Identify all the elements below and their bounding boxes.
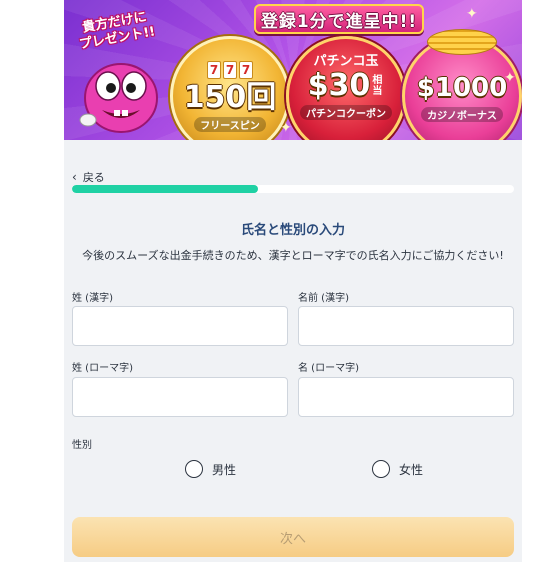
first-name-kanji-label: 名前 (漢字) (298, 293, 349, 304)
pachinko-badge-heading: パチンコ玉 (313, 54, 379, 69)
gender-female-radio[interactable]: 女性 (372, 460, 423, 478)
slot-reel: 7 (239, 60, 253, 79)
last-name-roman-label: 姓 (ローマ字) (72, 363, 133, 374)
promo-banner[interactable]: 貴方だけに プレゼント!! 登録1分で進呈中!! 7 7 7 150回 フリース… (64, 0, 522, 140)
gender-female-label: 女性 (399, 462, 424, 477)
progress-bar (72, 185, 514, 193)
chevron-left-icon: ‹ (72, 170, 77, 184)
form-description: 今後のスムーズな出金手続きのため、漢字とローマ字での氏名入力にご協力ください! (82, 249, 504, 262)
free-spins-label: フリースピン (194, 116, 266, 132)
gold-coins-icon (427, 29, 497, 55)
ribbon-text: 登録1分で進呈中!! (260, 11, 418, 32)
last-name-kanji-input[interactable] (72, 306, 288, 346)
pachinko-coupon-amount: $30 (307, 68, 371, 103)
back-label: 戻る (82, 171, 105, 184)
progress-fill (72, 185, 258, 193)
sparkle-icon: ✦ (280, 120, 292, 136)
sparkle-icon: ✦ (466, 6, 478, 22)
banner-ribbon: 登録1分で進呈中!! (254, 4, 424, 34)
casino-bonus-label: カジノボーナス (421, 106, 503, 122)
radio-circle-icon[interactable] (185, 460, 203, 478)
first-name-kanji-input[interactable] (298, 306, 514, 346)
slot-777-icon: 7 7 7 (207, 60, 253, 79)
casino-bonus-amount: $1000 (416, 72, 508, 103)
registration-panel: 貴方だけに プレゼント!! 登録1分で進呈中!! 7 7 7 150回 フリース… (64, 0, 522, 562)
next-button[interactable]: 次へ (72, 517, 514, 557)
form-title: 氏名と性別の入力 (240, 223, 345, 238)
gender-male-radio[interactable]: 男性 (185, 460, 236, 478)
last-name-kanji-label: 姓 (漢字) (72, 293, 113, 304)
radio-circle-icon[interactable] (372, 460, 390, 478)
free-spins-count: 150回 (183, 79, 277, 115)
gender-label: 性別 (72, 440, 92, 451)
slot-reel: 7 (223, 60, 237, 79)
last-name-roman-input[interactable] (72, 377, 288, 417)
sparkle-icon: ✦ (504, 70, 516, 86)
first-name-roman-label: 名 (ローマ字) (298, 363, 359, 374)
first-name-roman-input[interactable] (298, 377, 514, 417)
gender-male-label: 男性 (212, 462, 237, 477)
pink-monster-mascot-icon (79, 63, 158, 133)
pachinko-coupon-label: パチンコクーポン (300, 105, 392, 120)
back-link[interactable]: ‹ 戻る (72, 169, 105, 185)
slot-reel: 7 (207, 60, 221, 79)
pachinko-coupon-note: 相当 (372, 75, 383, 97)
